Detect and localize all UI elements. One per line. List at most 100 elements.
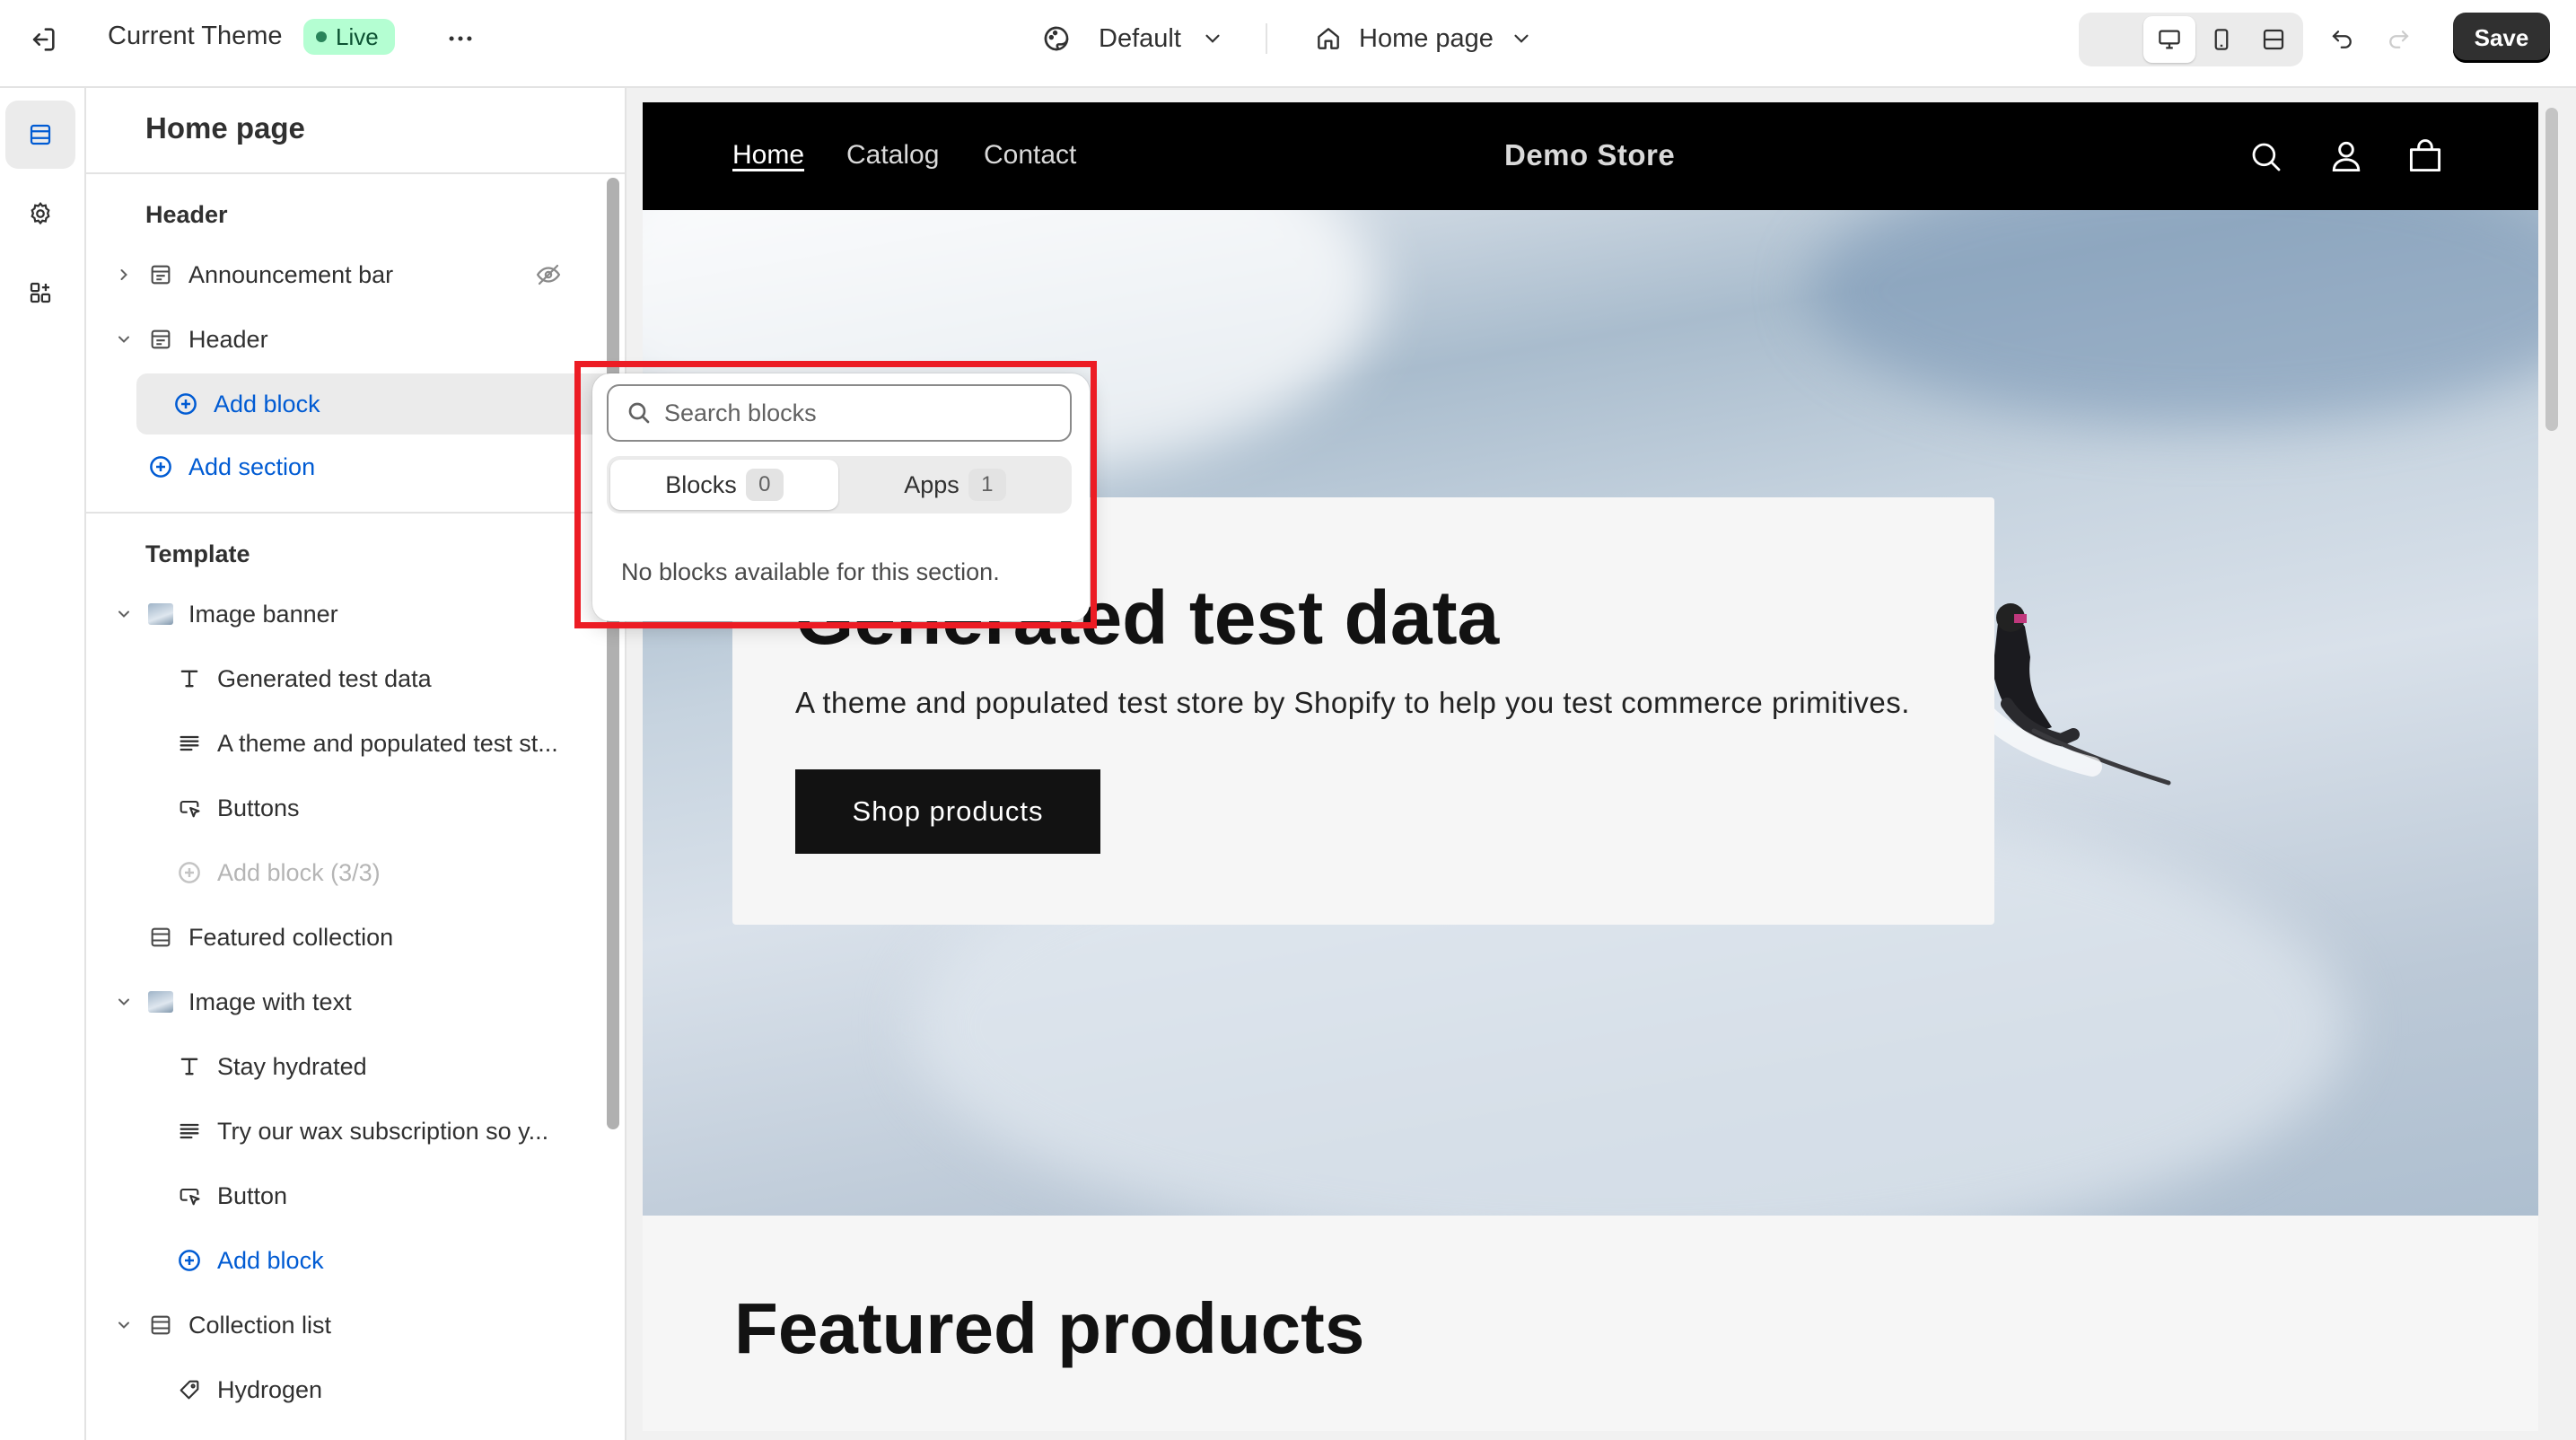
- live-status-badge: Live: [303, 19, 395, 55]
- sidebar-item-label: Image banner: [188, 600, 338, 628]
- add-block-label: Add block: [217, 1246, 324, 1274]
- featured-products-heading[interactable]: Featured products: [734, 1287, 1364, 1370]
- add-block-button[interactable]: Add block: [86, 1232, 607, 1289]
- collection-icon: [176, 1376, 203, 1403]
- sidebar-block-text[interactable]: A theme and populated test st...: [86, 715, 607, 772]
- editor-rail: [0, 88, 86, 1440]
- page-selector-label: Home page: [1359, 23, 1494, 53]
- topbar-divider: [1266, 23, 1267, 54]
- plus-circle-icon: [176, 859, 203, 886]
- sidebar-item-image-with-text[interactable]: Image with text: [86, 973, 607, 1031]
- sidebar-item-label: Featured collection: [188, 923, 394, 951]
- chevron-down-icon: [1201, 27, 1224, 50]
- redo-icon: [2379, 20, 2418, 59]
- sidebar-block-text[interactable]: Try our wax subscription so y...: [86, 1102, 607, 1160]
- store-header: Home Catalog Contact Demo Store: [643, 102, 2538, 210]
- add-block-button[interactable]: Add block: [136, 373, 625, 435]
- fullscreen-icon: [2260, 26, 2287, 53]
- section-sidebar: Home page Header Announcement bar Header…: [86, 88, 626, 1440]
- search-icon[interactable]: [2247, 138, 2285, 176]
- exit-icon[interactable]: [23, 20, 63, 59]
- sections-icon: [27, 121, 54, 148]
- theme-name: Current Theme: [108, 22, 283, 50]
- sidebar-item-label: Add block (3/3): [217, 858, 381, 886]
- rail-settings-button[interactable]: [5, 180, 75, 248]
- sidebar-block-heading[interactable]: Generated test data: [86, 650, 607, 707]
- live-badge-label: Live: [336, 22, 379, 50]
- rail-sections-button[interactable]: [5, 101, 75, 169]
- chevron-down-icon[interactable]: [115, 1316, 133, 1334]
- section-icon: [147, 1312, 174, 1339]
- device-view-group: [2079, 13, 2303, 66]
- sidebar-item-label: Header: [188, 325, 268, 353]
- desktop-view-button[interactable]: [2143, 16, 2195, 63]
- sidebar-item-label: Image with text: [188, 988, 352, 1015]
- sidebar-item-label: Announcement bar: [188, 260, 394, 288]
- nav-link-contact[interactable]: Contact: [984, 140, 1076, 171]
- template-group-heading: Template: [145, 540, 250, 567]
- cart-icon[interactable]: [2405, 136, 2445, 176]
- preview-scrollbar[interactable]: [2545, 108, 2558, 431]
- theme-style-label: Default: [1099, 23, 1181, 53]
- nav-link-catalog[interactable]: Catalog: [846, 140, 939, 171]
- sidebar-item-label: A theme and populated test st...: [217, 729, 558, 757]
- paragraph-icon: [176, 1118, 203, 1145]
- eye-hidden-icon[interactable]: [535, 261, 562, 288]
- plus-circle-icon: [176, 1247, 203, 1274]
- mobile-view-button[interactable]: [2195, 16, 2247, 63]
- theme-style-selector[interactable]: Default: [1041, 18, 1224, 59]
- save-button[interactable]: Save: [2453, 13, 2550, 63]
- sky-cloud: [1809, 210, 2538, 426]
- sidebar-item-label: Buttons: [217, 794, 300, 821]
- status-dot-icon: [316, 31, 327, 42]
- undo-icon[interactable]: [2323, 20, 2362, 59]
- sidebar-block-heading[interactable]: Stay hydrated: [86, 1038, 607, 1095]
- plus-circle-icon: [172, 391, 199, 417]
- add-section-button[interactable]: Add section: [86, 438, 607, 496]
- mobile-icon: [2208, 26, 2235, 53]
- add-section-label: Add section: [188, 452, 316, 480]
- store-preview: Home Catalog Contact Demo Store Generate…: [643, 102, 2538, 1431]
- chevron-right-icon[interactable]: [115, 266, 133, 284]
- page-selector[interactable]: Home page: [1314, 18, 1533, 59]
- section-icon: [147, 261, 174, 288]
- sidebar-item-header[interactable]: Header: [86, 311, 607, 368]
- paragraph-icon: [176, 730, 203, 757]
- chevron-down-icon[interactable]: [115, 993, 133, 1011]
- skier-figure: [1980, 603, 2171, 786]
- desktop-icon: [2156, 26, 2183, 53]
- fullscreen-view-button[interactable]: [2247, 16, 2300, 63]
- text-icon: [176, 665, 203, 692]
- more-horizontal-icon[interactable]: [440, 18, 481, 59]
- section-icon: [147, 924, 174, 951]
- chevron-down-icon[interactable]: [115, 605, 133, 623]
- add-block-disabled: Add block (3/3): [86, 844, 607, 901]
- home-icon: [1314, 24, 1343, 53]
- store-name[interactable]: Demo Store: [1504, 138, 1675, 172]
- shop-products-button[interactable]: Shop products: [795, 769, 1100, 854]
- chevron-down-icon[interactable]: [115, 330, 133, 348]
- add-block-label: Add block: [214, 390, 320, 417]
- apps-icon: [27, 279, 54, 306]
- sidebar-block-buttons[interactable]: Buttons: [86, 779, 607, 837]
- settings-icon: [27, 200, 54, 227]
- sidebar-title: Home page: [145, 111, 305, 145]
- text-icon: [176, 1053, 203, 1080]
- sidebar-item-announcement-bar[interactable]: Announcement bar: [86, 246, 607, 303]
- rail-apps-button[interactable]: [5, 259, 75, 327]
- image-thumbnail-icon: [147, 601, 174, 628]
- sidebar-item-label: Hydrogen: [217, 1375, 323, 1403]
- sidebar-block-collection[interactable]: Hydrogen: [86, 1361, 607, 1418]
- section-icon: [147, 326, 174, 353]
- image-thumbnail-icon: [147, 988, 174, 1015]
- button-icon: [176, 1182, 203, 1209]
- account-icon[interactable]: [2326, 136, 2366, 176]
- header-group-heading: Header: [145, 201, 228, 228]
- sidebar-item-featured-collection[interactable]: Featured collection: [86, 909, 607, 966]
- nav-link-home[interactable]: Home: [732, 140, 804, 171]
- sidebar-scrollbar[interactable]: [607, 178, 619, 1129]
- sidebar-item-image-banner[interactable]: Image banner: [86, 585, 607, 643]
- hero-text[interactable]: A theme and populated test store by Shop…: [795, 686, 1910, 720]
- sidebar-block-button[interactable]: Button: [86, 1167, 607, 1225]
- sidebar-item-collection-list[interactable]: Collection list: [86, 1296, 607, 1354]
